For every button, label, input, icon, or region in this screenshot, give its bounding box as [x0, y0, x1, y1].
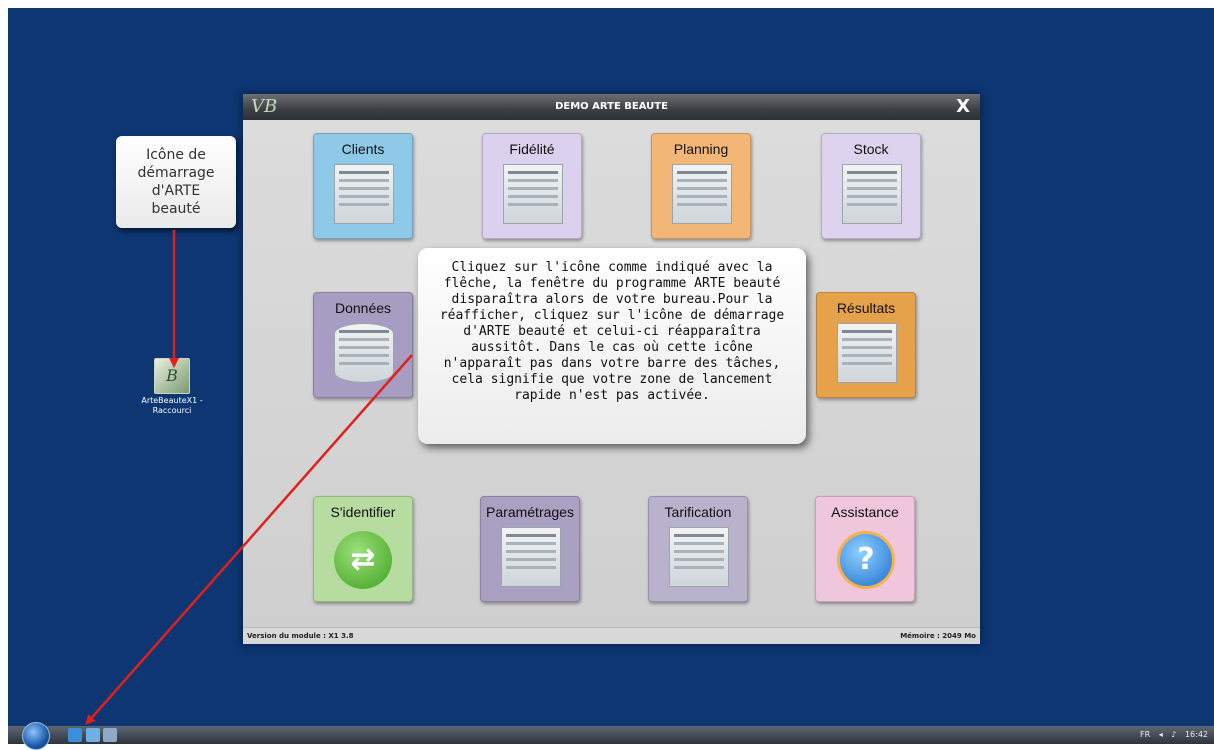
show-desktop-icon[interactable] — [86, 728, 100, 742]
tile-resultats[interactable]: Résultats — [816, 292, 916, 398]
help-bubble: Cliquez sur l'icône comme indiqué avec l… — [418, 248, 806, 444]
tile-donnees-label: Données — [334, 300, 392, 316]
tile-parametrages-label: Paramétrages — [486, 504, 574, 520]
desktop-shortcut-artebeaute[interactable]: B ArteBeauteX1 - Raccourci — [132, 358, 212, 416]
module-version: Version du module : X1 3.8 — [247, 632, 354, 640]
artebeaute-quicklaunch-icon[interactable] — [103, 728, 117, 742]
settings-brush-icon — [501, 527, 561, 587]
tile-stock[interactable]: Stock — [821, 133, 921, 239]
database-icon — [334, 323, 394, 383]
help-question-icon: ? — [837, 531, 895, 589]
volume-icon[interactable]: ♪ — [1171, 730, 1176, 739]
taskbar: FR ◂ ♪ 16:42 — [8, 722, 1214, 750]
tile-parametrages[interactable]: Paramétrages — [480, 496, 580, 602]
clock[interactable]: 16:42 — [1185, 730, 1208, 739]
fidelite-screenshot-icon — [503, 164, 563, 224]
ie-quicklaunch-icon[interactable] — [68, 728, 82, 742]
network-icon[interactable]: ◂ — [1159, 730, 1163, 739]
window-title: DEMO ARTE BEAUTE — [555, 101, 668, 112]
login-arrows-icon: ⇄ — [334, 531, 392, 589]
tarification-icon — [669, 527, 729, 587]
tile-clients-label: Clients — [341, 141, 385, 157]
tile-planning-label: Planning — [673, 141, 729, 157]
tile-tarification[interactable]: Tarification — [648, 496, 748, 602]
system-tray: FR ◂ ♪ 16:42 — [1134, 726, 1208, 744]
clients-screenshot-icon — [334, 164, 394, 224]
close-button[interactable]: X — [956, 94, 970, 120]
tile-assistance-label: Assistance — [831, 504, 899, 520]
tile-assistance[interactable]: Assistance ? — [815, 496, 915, 602]
desktop-shortcut-label: ArteBeauteX1 - Raccourci — [141, 396, 203, 415]
window-titlebar[interactable]: VB DEMO ARTE BEAUTE X — [243, 94, 980, 120]
tile-fidelite-label: Fidélité — [509, 141, 555, 157]
resultats-screenshot-icon — [837, 323, 897, 383]
artebeaute-shortcut-icon: B — [154, 358, 190, 394]
memory-readout: Mémoire : 2049 Mo — [900, 632, 976, 640]
tile-sidentifier-label: S'identifier — [330, 504, 396, 520]
status-bar: Version du module : X1 3.8 Mémoire : 204… — [243, 627, 980, 644]
tile-clients[interactable]: Clients — [313, 133, 413, 239]
language-indicator[interactable]: FR — [1140, 730, 1150, 739]
tile-tarification-label: Tarification — [664, 504, 732, 520]
tile-donnees[interactable]: Données — [313, 292, 413, 398]
tile-stock-label: Stock — [853, 141, 889, 157]
planning-screenshot-icon — [672, 164, 732, 224]
stock-screenshot-icon — [842, 164, 902, 224]
tile-resultats-label: Résultats — [836, 300, 896, 316]
tile-planning[interactable]: Planning — [651, 133, 751, 239]
tile-sidentifier[interactable]: S'identifier ⇄ — [313, 496, 413, 602]
start-button[interactable] — [22, 722, 50, 750]
tile-fidelite[interactable]: Fidélité — [482, 133, 582, 239]
startup-icon-callout: Icône de démarrage d'ARTE beauté — [116, 136, 236, 228]
